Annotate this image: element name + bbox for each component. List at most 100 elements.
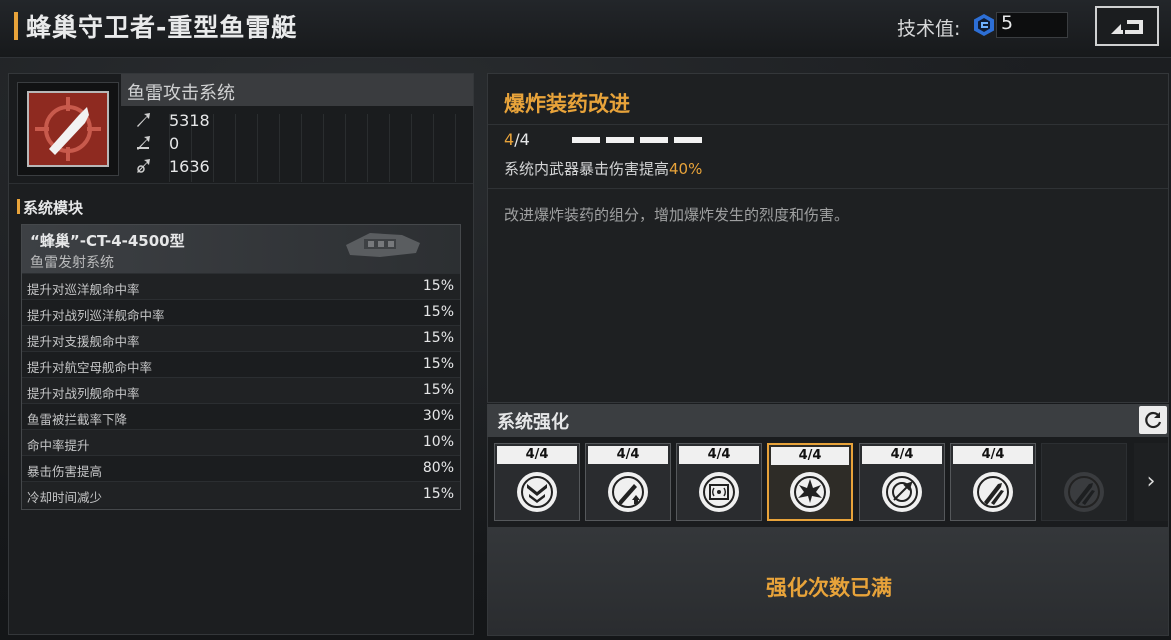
next-slots-button[interactable]: ›: [1134, 443, 1168, 521]
system-icon-frame[interactable]: [17, 82, 119, 176]
level-pip: [572, 137, 600, 143]
enhance-header: 系统强化: [487, 404, 1169, 437]
module-stat-label: 提升对战列巡洋舰命中率: [27, 308, 165, 323]
enhance-status-panel: 强化次数已满: [487, 527, 1169, 636]
enhance-slot[interactable]: 4/4: [676, 443, 762, 521]
section-accent: [17, 199, 20, 214]
enhance-slot[interactable]: 4/4: [950, 443, 1036, 521]
module-stat-row: 冷却时间减少 15%: [22, 481, 460, 507]
level-pip: [606, 137, 634, 143]
penetration-stat-icon: [137, 136, 150, 150]
slot-level: 4/4: [497, 446, 577, 464]
module-stat-label: 提升对航空母舰命中率: [27, 360, 153, 375]
module-stat-value: 15%: [422, 330, 454, 346]
module-stat-label: 提升对巡洋舰命中率: [27, 282, 140, 297]
divider: [488, 188, 1168, 189]
torpedo-launcher-image: [346, 233, 420, 257]
stat-penetration-value: 0: [169, 134, 180, 153]
tech-value: 5: [1001, 12, 1014, 34]
upgrade-title: 爆炸装药改进: [504, 92, 630, 116]
structure-stat-icon: [137, 159, 150, 173]
upgrade-level-max: /4: [514, 130, 530, 149]
missile-pod-icon: [973, 472, 1013, 512]
module-stat-label: 命中率提升: [27, 438, 90, 453]
explosion-icon: [790, 472, 830, 512]
upgrade-level: 4/4: [504, 130, 530, 149]
upgrade-effect-text: 系统内武器暴击伤害提高: [504, 160, 670, 178]
module-stat-value: 15%: [422, 304, 454, 320]
refresh-button[interactable]: [1139, 406, 1167, 434]
module-stat-value: 15%: [422, 278, 454, 294]
module-stat-value: 10%: [422, 434, 454, 450]
enhance-title: 系统强化: [497, 412, 569, 433]
refresh-icon: [1145, 411, 1162, 429]
enhance-max-text: 强化次数已满: [766, 576, 892, 600]
module-stat-row: 暴击伤害提高 80%: [22, 455, 460, 481]
module-stat-value: 15%: [422, 382, 454, 398]
module-card: “蜂巢”-CT-4-4500型 鱼雷发射系统 提升对巡洋舰命中率 15% 提升对战…: [21, 224, 461, 510]
stat-structure: 1636: [135, 157, 210, 176]
return-icon: [1111, 20, 1143, 34]
module-stat-label: 提升对战列舰命中率: [27, 386, 140, 401]
module-subtitle: 鱼雷发射系统: [30, 255, 114, 271]
stat-attack: 5318: [135, 111, 210, 130]
upgrade-effect-value: 40%: [669, 160, 703, 178]
enhance-slot[interactable]: 4/4: [585, 443, 671, 521]
enhance-slot-strip: 4/4 4/4 4/4 4/4 4/4 4/4 ›: [487, 437, 1169, 527]
module-name: “蜂巢”-CT-4-4500型: [30, 232, 185, 250]
enhance-slot-locked[interactable]: [1041, 443, 1127, 521]
tech-value-label: 技术值:: [897, 18, 961, 40]
torpedo-crosshair-icon: [27, 91, 109, 167]
stat-grid: [169, 114, 471, 182]
modules-section-title: 系统模块: [23, 199, 84, 217]
upgrade-effect: 系统内武器暴击伤害提高40%: [504, 158, 702, 179]
upgrade-description: 改进爆炸装药的组分，增加爆炸发生的烈度和伤害。: [504, 206, 850, 224]
enhance-slot-selected[interactable]: 4/4: [767, 443, 853, 521]
title-accent: [14, 12, 18, 40]
module-stat-row: 提升对支援舰命中率 15%: [22, 325, 460, 351]
module-stat-row: 提升对战列巡洋舰命中率 15%: [22, 299, 460, 325]
stat-penetration: 0: [135, 134, 179, 153]
attack-stat-icon: [137, 113, 150, 127]
module-stat-label: 提升对支援舰命中率: [27, 334, 140, 349]
target-arrow-icon: [882, 472, 922, 512]
upgrade-detail-panel: 爆炸装药改进 4/4 系统内武器暴击伤害提高40% 改进爆炸装药的组分，增加爆炸…: [487, 73, 1169, 403]
chevron-shield-icon: [517, 472, 557, 512]
system-header: 鱼雷攻击系统 5318 0 1636: [9, 74, 473, 184]
tech-point-icon: [974, 14, 994, 36]
slot-level: 4/4: [771, 447, 849, 465]
module-stat-row: 鱼雷被拦截率下降 30%: [22, 403, 460, 429]
slot-level: 4/4: [953, 446, 1033, 464]
locked-missile-icon: [1064, 472, 1104, 512]
module-header: “蜂巢”-CT-4-4500型 鱼雷发射系统: [22, 225, 460, 273]
slot-level: 4/4: [862, 446, 942, 464]
level-pip: [640, 137, 668, 143]
system-name: 鱼雷攻击系统: [127, 83, 235, 104]
module-stat-value: 80%: [422, 460, 454, 476]
module-stat-row: 提升对战列舰命中率 15%: [22, 377, 460, 403]
level-pip: [674, 137, 702, 143]
system-detail-panel: 鱼雷攻击系统 5318 0 1636 系统模块 “蜂巢”-CT-4-4500型 …: [8, 73, 474, 635]
stat-structure-value: 1636: [169, 157, 210, 176]
slot-level: 4/4: [679, 446, 759, 464]
divider: [488, 124, 1168, 125]
module-stat-label: 鱼雷被拦截率下降: [27, 412, 128, 427]
pen-upgrade-icon: [608, 472, 648, 512]
module-stat-row: 提升对巡洋舰命中率 15%: [22, 273, 460, 299]
slot-level: 4/4: [588, 446, 668, 464]
module-stat-label: 暴击伤害提高: [27, 464, 103, 479]
page-title: 蜂巢守卫者-重型鱼雷艇: [26, 13, 298, 42]
module-stat-value: 30%: [422, 408, 454, 424]
module-stat-row: 命中率提升 10%: [22, 429, 460, 455]
chip-signal-icon: [699, 472, 739, 512]
stat-attack-value: 5318: [169, 111, 210, 130]
enhance-slot[interactable]: 4/4: [859, 443, 945, 521]
upgrade-level-current: 4: [504, 130, 515, 149]
enhance-slot[interactable]: 4/4: [494, 443, 580, 521]
back-button[interactable]: [1095, 6, 1159, 46]
top-bar: 蜂巢守卫者-重型鱼雷艇 技术值: 5: [0, 0, 1171, 58]
module-stat-value: 15%: [422, 486, 454, 502]
module-stat-row: 提升对航空母舰命中率 15%: [22, 351, 460, 377]
module-stat-label: 冷却时间减少: [27, 490, 103, 505]
module-stat-value: 15%: [422, 356, 454, 372]
